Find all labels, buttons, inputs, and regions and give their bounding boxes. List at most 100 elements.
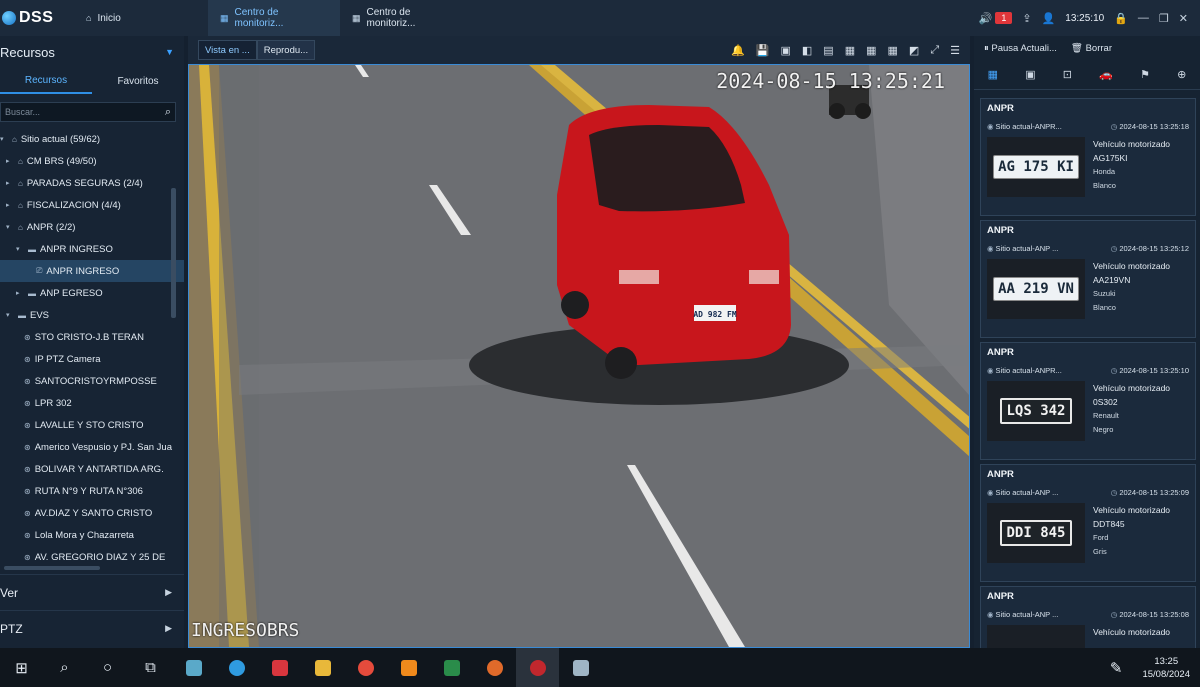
resources-header[interactable]: Recursos ▼ — [0, 36, 184, 68]
tree-node-camera[interactable]: ⊛ STO CRISTO-J.B TERAN — [0, 326, 184, 348]
tab-home[interactable]: ⌂ Inicio — [80, 0, 208, 36]
clock-icon: ◷ — [1110, 244, 1118, 253]
tab-playback[interactable]: Reprodu... — [256, 40, 316, 60]
taskbar-clock[interactable]: 13:25 15/08/2024 — [1142, 655, 1190, 681]
tree-node-camera[interactable]: ⊛ LPR 302 — [0, 392, 184, 414]
expand-arrow-icon[interactable]: ▾ — [16, 245, 24, 253]
video-scene: AD 982 FM — [189, 65, 969, 647]
tree-node-camera[interactable]: ⊛ Americo Vespusio y PJ. San Jua — [0, 436, 184, 458]
chrome-browser-icon[interactable] — [344, 648, 387, 687]
search-icon[interactable]: ⌕ — [165, 106, 171, 119]
cortana-icon[interactable]: ○ — [86, 648, 129, 687]
tree-node-label: PARADAS SEGURAS (2/4) — [26, 177, 143, 189]
anpr-event-card[interactable]: ANPR ◉ Sitio actual-ANP ... ◷ 2024-08-15 1… — [980, 586, 1196, 648]
camera-icon: ⊛ — [24, 420, 31, 430]
app-icon[interactable] — [172, 648, 215, 687]
vehicle-events-icon[interactable]: 🚗 — [1099, 68, 1113, 81]
edit-layout-icon[interactable]: ◩ — [909, 44, 919, 57]
tree-node-group[interactable]: ▸ ⌂ PARADAS SEGURAS (2/4) — [0, 172, 184, 194]
tree-node-camera[interactable]: ⊛ AV. GREGORIO DIAZ Y 25 DE — [0, 546, 184, 568]
layout-4x4-icon[interactable]: ▦ — [888, 44, 898, 57]
close-icon[interactable]: ✕ — [1179, 12, 1188, 25]
expand-arrow-icon[interactable]: ▾ — [6, 223, 14, 231]
player-app-icon[interactable] — [473, 648, 516, 687]
anpr-event-card[interactable]: ANPR ◉ Sitio actual-ANPR... ◷ 2024-08-15 1… — [980, 342, 1196, 460]
user-icon[interactable]: 👤 — [1042, 12, 1056, 25]
tree-node-device[interactable]: ▸ ▬ ANP EGRESO — [0, 282, 184, 304]
tree-node-group[interactable]: ▾ ⌂ ANPR (2/2) — [0, 216, 184, 238]
windows-start-icon[interactable]: ⊞ — [0, 648, 43, 687]
tab-favorites[interactable]: Favoritos — [92, 68, 184, 94]
collapse-caret-icon[interactable]: ▼ — [165, 47, 174, 57]
plate-snapshot[interactable]: DDI 845 — [987, 503, 1085, 563]
expand-arrow-icon[interactable]: ▸ — [16, 289, 24, 297]
anpr-event-card[interactable]: ANPR ◉ Sitio actual-ANP ... ◷ 2024-08-15 1… — [980, 220, 1196, 338]
tree-node-camera[interactable]: ⊛ AV.DIAZ Y SANTO CRISTO — [0, 502, 184, 524]
layout-2x2-icon[interactable]: ▦ — [845, 44, 855, 57]
layout-3x3-icon[interactable]: ▦ — [866, 44, 876, 57]
tree-node-site[interactable]: ▾ ⌂ Sitio actual (59/62) — [0, 128, 184, 150]
more-events-icon[interactable]: ⊕ — [1177, 68, 1186, 81]
tree-node-camera[interactable]: ⊛ SANTOCRISTOYRMPOSSE — [0, 370, 184, 392]
snapshot-icon[interactable]: ▣ — [780, 44, 790, 57]
face-events-icon[interactable]: ⊡ — [1063, 68, 1072, 81]
tree-vertical-scrollbar[interactable] — [171, 188, 176, 318]
search-icon[interactable]: ⌕ — [43, 648, 86, 687]
tree-node-camera[interactable]: ⊛ Lola Mora y Chazarreta — [0, 524, 184, 546]
all-events-icon[interactable]: ▦ — [988, 68, 998, 81]
alarm-events-icon[interactable]: ▣ — [1025, 68, 1035, 81]
expand-arrow-icon[interactable]: ▸ — [6, 157, 14, 165]
tree-node-device[interactable]: ▾ ▬ ANPR INGRESO — [0, 238, 184, 260]
alarm-indicator[interactable]: 🔊 1 — [979, 12, 1013, 25]
tree-node-channel-selected[interactable]: ⎚ ANPR INGRESO — [0, 260, 184, 282]
message-icon[interactable]: ▤ — [823, 44, 833, 57]
plate-snapshot[interactable]: LQS 342 — [987, 381, 1085, 441]
tree-node-camera[interactable]: ⊛ RUTA N°9 Y RUTA N°306 — [0, 480, 184, 502]
access-events-icon[interactable]: ⚑ — [1140, 68, 1150, 81]
edge-browser-icon[interactable] — [215, 648, 258, 687]
expand-arrow-icon[interactable]: ▸ — [6, 179, 14, 187]
anpr-event-card[interactable]: ANPR ◉ Sitio actual-ANP ... ◷ 2024-08-15 1… — [980, 464, 1196, 582]
plate-snapshot[interactable]: AG 175 KI — [987, 137, 1085, 197]
tree-node-device[interactable]: ▾ ▬ EVS — [0, 304, 184, 326]
file-explorer-icon[interactable] — [301, 648, 344, 687]
restore-icon[interactable]: ❐ — [1159, 12, 1169, 25]
tab-monitoring-1[interactable]: ▦ Centro de monitoriz... — [208, 0, 340, 36]
pen-icon[interactable]: ✎ — [1110, 648, 1123, 687]
task-view-icon[interactable]: ⧉ — [129, 648, 172, 687]
split-left-icon[interactable]: ◧ — [802, 44, 812, 57]
plate-snapshot[interactable]: AA 219 VN — [987, 259, 1085, 319]
anpr-event-card[interactable]: ANPR ◉ Sitio actual-ANPR... ◷ 2024-08-15 1… — [980, 98, 1196, 216]
expand-arrow-icon[interactable]: ▾ — [0, 135, 8, 143]
dss-client-icon[interactable] — [516, 648, 559, 687]
expand-arrow-icon[interactable]: ▾ — [6, 311, 14, 319]
fullscreen-icon[interactable]: ⤢ — [930, 44, 939, 57]
camera-video-feed[interactable]: AD 982 FM 2024-08-15 13:25:21 INGRESOBRS — [188, 64, 970, 648]
resource-search-input[interactable]: Buscar... ⌕ — [0, 102, 176, 122]
plate-snapshot[interactable] — [987, 625, 1085, 648]
pause-refresh-button[interactable]: ⏸ Pausa Actuali... — [984, 43, 1057, 54]
section-ver[interactable]: Ver ▶ — [0, 574, 184, 610]
section-ptz[interactable]: PTZ ▶ — [0, 610, 184, 646]
clear-button[interactable]: 🗑 Borrar — [1071, 43, 1112, 54]
app-icon[interactable] — [559, 648, 602, 687]
tab-resources[interactable]: Recursos — [0, 68, 92, 94]
tree-horizontal-scrollbar[interactable] — [4, 566, 100, 570]
tree-node-group[interactable]: ▸ ⌂ FISCALIZACION (4/4) — [0, 194, 184, 216]
tree-node-camera[interactable]: ⊛ IP PTZ Camera — [0, 348, 184, 370]
tree-node-camera[interactable]: ⊛ LAVALLE Y STO CRISTO — [0, 414, 184, 436]
alarm-bell-icon[interactable]: 🔔 — [731, 44, 745, 57]
minimize-icon[interactable]: — — [1138, 12, 1149, 24]
security-app-icon[interactable] — [258, 648, 301, 687]
save-icon[interactable]: 💾 — [756, 44, 770, 57]
tree-node-camera[interactable]: ⊛ BOLIVAR Y ANTARTIDA ARG. — [0, 458, 184, 480]
tree-node-group[interactable]: ▸ ⌂ CM BRS (49/50) — [0, 150, 184, 172]
lock-icon[interactable]: 🔒 — [1114, 12, 1128, 25]
export-icon[interactable]: ⇪ — [1022, 12, 1031, 25]
panel-list-icon[interactable]: ☰ — [950, 44, 960, 57]
media-player-icon[interactable] — [430, 648, 473, 687]
tab-live-view[interactable]: Vista en ... — [198, 40, 257, 60]
vlc-icon[interactable] — [387, 648, 430, 687]
expand-arrow-icon[interactable]: ▸ — [6, 201, 14, 209]
tab-monitoring-2[interactable]: ▦ Centro de monitoriz... — [340, 0, 470, 36]
